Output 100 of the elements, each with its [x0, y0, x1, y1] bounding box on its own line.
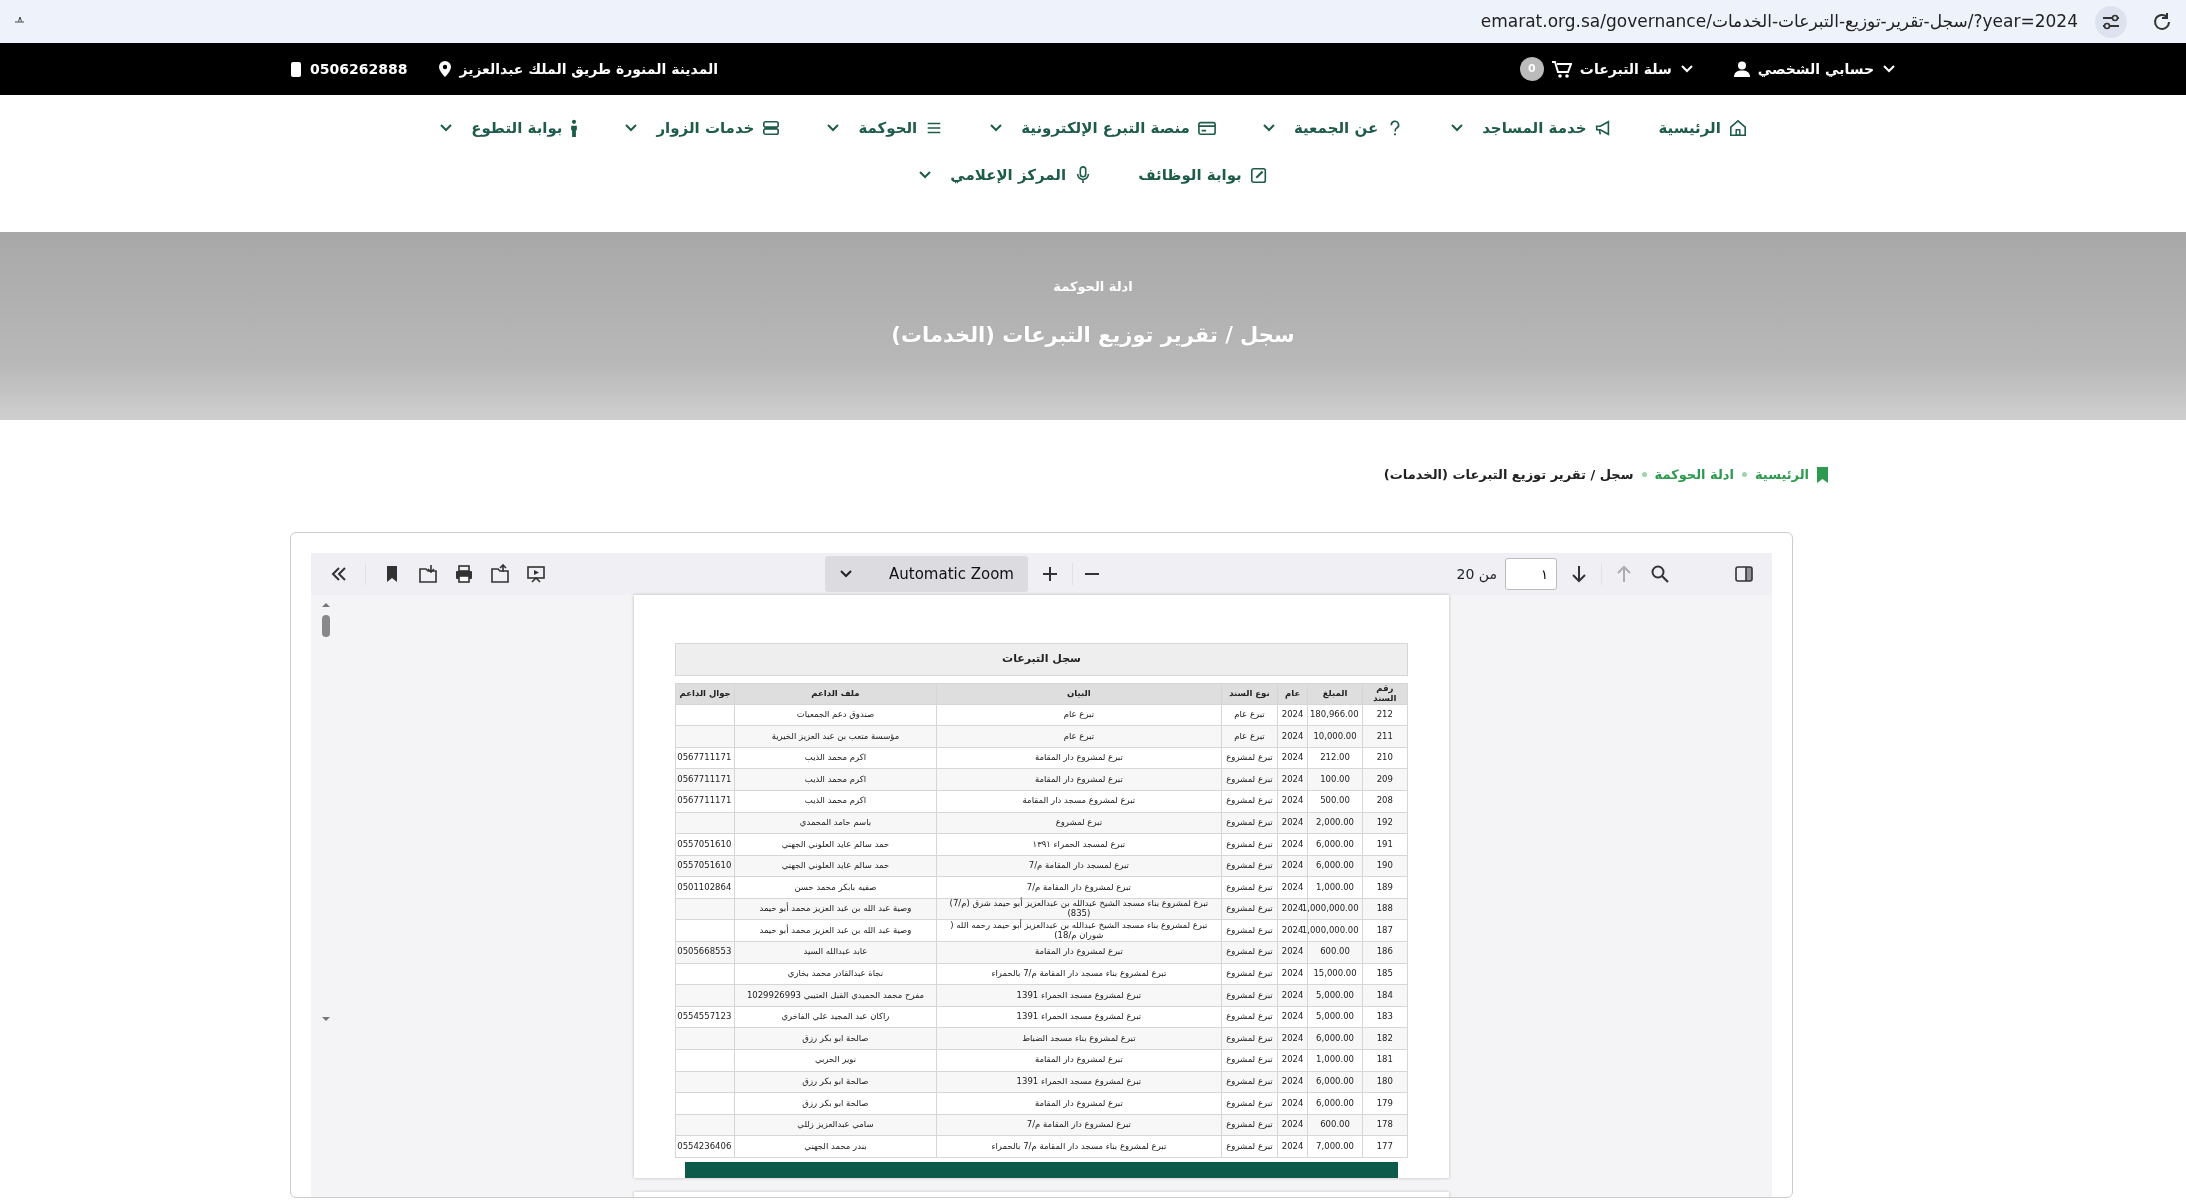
- tune-icon[interactable]: [2094, 4, 2128, 39]
- table-cell: تبرع لمشروع بناء مسجد الشيخ عبدالله بن عبدالعزيز أبو حيمد شرق (م/7) (835): [949, 898, 1209, 919]
- table-cell: تبرع لمسجد دار المقامة م/7: [1028, 860, 1129, 871]
- hero-subtitle: ادلة الحوكمة: [1053, 277, 1133, 296]
- breadcrumb-link[interactable]: ادلة الحوكمة: [1654, 465, 1734, 485]
- column-header: عام: [1277, 683, 1308, 705]
- table-cell: 5,000.00: [1316, 1011, 1354, 1022]
- table-cell: تبرع لمشروع: [1226, 1032, 1273, 1043]
- table-cell: 0554236406: [677, 1140, 732, 1151]
- breadcrumb-link[interactable]: الرئيسية: [1754, 465, 1809, 485]
- zoom-select[interactable]: Automatic Zoom: [825, 556, 1028, 592]
- table-cell: 2024: [1281, 1097, 1304, 1108]
- nav-link[interactable]: الرئيسية: [1658, 117, 1747, 140]
- table-title: سجل التبرعات: [675, 643, 1408, 676]
- nav-link[interactable]: عن الجمعية: [1261, 117, 1405, 140]
- table-cell: 208: [1376, 795, 1393, 806]
- table-cell: 2024: [1281, 1076, 1304, 1087]
- column-header: رقم السند: [1362, 683, 1408, 705]
- table-cell: 2024: [1281, 1011, 1304, 1022]
- table-cell: 2024: [1281, 924, 1304, 935]
- nav-link[interactable]: المركز الإعلامي: [918, 163, 1093, 186]
- page-number-field[interactable]: ١: [1505, 558, 1557, 590]
- table-cell: تبرع لمشروع: [1226, 924, 1273, 935]
- page-count: من 20: [1456, 564, 1497, 585]
- table-cell: 2024: [1281, 708, 1304, 719]
- next-page-icon: [1569, 564, 1589, 584]
- table-cell: تبرع لمشروع: [1226, 1119, 1273, 1130]
- table-cell: 100.00: [1320, 773, 1350, 784]
- table-cell: تبرع لمشروع: [1226, 1140, 1273, 1151]
- table-cell: 2024: [1281, 1054, 1304, 1065]
- table-cell: 0567711171: [677, 795, 732, 806]
- table-cell: 187: [1376, 924, 1393, 935]
- table-cell: حمد سالم عايد العلوني الجهني: [781, 860, 890, 871]
- sidebar-toggle-icon: [1734, 564, 1754, 584]
- column-header: البيان: [936, 683, 1222, 705]
- table-cell: تبرع لمشروع: [1226, 1054, 1273, 1065]
- table-cell: تبرع عام: [1234, 730, 1265, 741]
- table-cell: تبرع عام: [1063, 730, 1095, 741]
- table-cell: تبرع لمشروع دار المقامة م/7: [1026, 1119, 1131, 1130]
- table-cell: 179: [1376, 1097, 1393, 1108]
- cart-icon: [1551, 60, 1572, 78]
- table-cell: 10,000.00: [1313, 730, 1357, 741]
- table-cell: 189: [1376, 881, 1393, 892]
- nav-link[interactable]: خدمات الزوار: [624, 117, 781, 140]
- table-cell: عابد عبدالله السيد: [803, 946, 868, 957]
- table-cell: صالحة ابو بكر رزق: [802, 1076, 869, 1087]
- address-text: المدينة المنورة طريق الملك عبدالعزيز: [459, 59, 719, 80]
- table-cell: تبرع لمشروع: [1226, 1011, 1273, 1022]
- table-cell: نجاة عبدالقادر محمد بخاري: [787, 968, 884, 979]
- table-cell: 15,000.00: [1313, 968, 1357, 979]
- nav-link[interactable]: خدمة المساجد: [1450, 117, 1613, 140]
- table-cell: تبرع لمشروع دار المقامة: [1034, 1097, 1123, 1108]
- table-cell: تبرع لمشروع: [1226, 838, 1273, 849]
- table-cell: 1,000.00: [1316, 881, 1354, 892]
- table-cell: وصية عبد الله بن عبد العزيز محمد أبو حيمد: [759, 924, 912, 935]
- reload-icon[interactable]: [2152, 11, 2172, 32]
- table-cell: تبرع لمشروع دار المقامة: [1034, 752, 1123, 763]
- table-cell: 211: [1376, 730, 1393, 741]
- table-cell: مفرح محمد الحميدي القبل العتيبي 1029926993: [746, 989, 925, 1000]
- page-title: سجل / تقرير توزيع التبرعات (الخدمات): [891, 322, 1295, 349]
- table-cell: 209: [1376, 773, 1393, 784]
- table-cell: 2024: [1281, 795, 1304, 806]
- nav-link[interactable]: الحوكمة: [826, 117, 944, 140]
- table-cell: تبرع عام: [1234, 708, 1265, 719]
- table-cell: تبرع لمشروع بناء مسجد الضباط: [1022, 1032, 1136, 1043]
- table-cell: 2024: [1281, 1032, 1304, 1043]
- table-cell: 186: [1376, 946, 1393, 957]
- table-cell: اكرم محمد الذيب: [804, 773, 867, 784]
- table-cell: وصية عبد الله بن عبد العزيز محمد أبو حيمد: [759, 903, 912, 914]
- table-cell: نوير الحربي: [814, 1054, 856, 1065]
- table-cell: تبرع لمشروع: [1226, 860, 1273, 871]
- table-cell: تبرع لمشروع مسجد الحمراء 1391: [1016, 1011, 1142, 1022]
- table-cell: صالحة ابو بكر رزق: [802, 1097, 869, 1108]
- table-cell: تبرع لمشروع: [1226, 946, 1273, 957]
- table-cell: 5,000.00: [1316, 989, 1354, 1000]
- table-cell: 190: [1376, 860, 1393, 871]
- table-cell: 2024: [1281, 1119, 1304, 1130]
- table-cell: تبرع لمشروع: [1226, 816, 1273, 827]
- nav-link[interactable]: بوابة التطوع: [439, 117, 579, 140]
- table-cell: تبرع لمشروع دار المقامة: [1034, 946, 1123, 957]
- table-cell: 2024: [1281, 1140, 1304, 1151]
- edit-square-icon: [1249, 165, 1268, 184]
- table-cell: 0554557123: [677, 1011, 732, 1022]
- table-cell: تبرع لمشروع بناء مسجد دار المقامة م/7 بالحمراء: [991, 968, 1167, 979]
- credit-card-icon: [1197, 119, 1216, 138]
- nav-link[interactable]: منصة التبرع الإلكترونية: [989, 117, 1216, 140]
- table-cell: 2024: [1281, 838, 1304, 849]
- table-cell: تبرع لمسجد الحمراء ١٣٩١: [1032, 838, 1126, 849]
- table-cell: 2024: [1281, 881, 1304, 892]
- table-cell: تبرع لمشروع: [1226, 903, 1273, 914]
- table-cell: باسم حامد المحمدي: [799, 816, 872, 827]
- table-cell: تبرع لمشروع دار المقامة: [1034, 773, 1123, 784]
- table-cell: تبرع لمشروع: [1226, 989, 1273, 1000]
- nav-link[interactable]: بوابة الوظائف: [1138, 163, 1268, 186]
- table-cell: تبرع لمشروع: [1226, 968, 1273, 979]
- home-icon: [1728, 119, 1747, 138]
- table-cell: 0557051610: [677, 838, 732, 849]
- table-cell: 184: [1376, 989, 1393, 1000]
- table-cell: 1,000,000.00: [1301, 903, 1359, 914]
- account-link[interactable]: حسابي الشخصي: [1733, 58, 1896, 80]
